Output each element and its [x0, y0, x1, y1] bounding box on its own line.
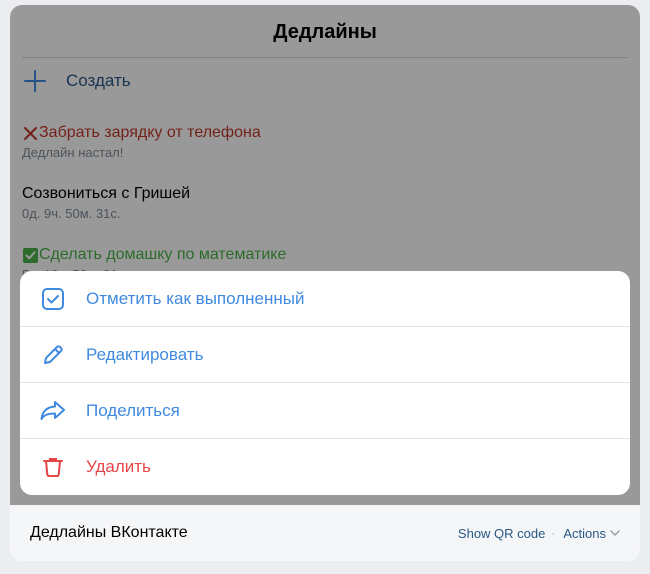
share-button[interactable]: Поделиться: [20, 383, 630, 439]
app-content: Дедлайны Создать Забрать зарядку от теле…: [10, 5, 640, 505]
actions-dropdown[interactable]: Actions: [563, 526, 620, 541]
footer-bar: Дедлайны ВКонтакте Show QR code · Action…: [10, 505, 640, 561]
delete-label: Удалить: [86, 457, 151, 476]
pencil-icon: [40, 342, 66, 368]
edit-button[interactable]: Редактировать: [20, 327, 630, 383]
share-arrow-icon: [40, 398, 66, 424]
actions-label: Actions: [563, 525, 606, 541]
delete-button[interactable]: Удалить: [20, 439, 630, 495]
trash-icon: [40, 454, 66, 480]
chevron-down-icon: [610, 530, 620, 536]
separator-dot: ·: [551, 526, 556, 540]
check-square-icon: [40, 286, 66, 312]
mark-done-button[interactable]: Отметить как выполненный: [20, 271, 630, 327]
edit-label: Редактировать: [86, 344, 204, 364]
share-label: Поделиться: [86, 400, 180, 420]
action-sheet: Отметить как выполненный Редактировать П…: [20, 271, 630, 495]
mark-done-label: Отметить как выполненный: [86, 288, 305, 308]
mini-app-window: Дедлайны Создать Забрать зарядку от теле…: [10, 5, 640, 561]
app-name: Дедлайны ВКонтакте: [30, 524, 188, 541]
show-qr-code-link[interactable]: Show QR code: [458, 526, 545, 541]
